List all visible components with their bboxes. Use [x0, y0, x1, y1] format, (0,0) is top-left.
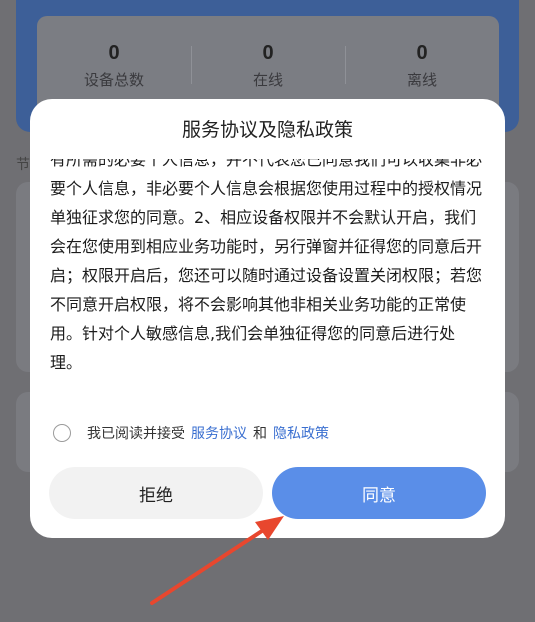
stat-offline-label: 离线 [406, 70, 437, 89]
agree-radio[interactable] [53, 424, 71, 442]
dialog-title: 服务协议及隐私政策 [181, 119, 353, 141]
dialog-body-text: 有所需的必要个人信息，并不代表您已同意我们可以收集非必要个人信息，非必要个人信息… [50, 159, 483, 372]
section-label: 节 [16, 157, 30, 173]
privacy-dialog: 服务协议及隐私政策 有所需的必要个人信息，并不代表您已同意我们可以收集非必要个人… [30, 99, 505, 538]
dialog-body-scroll[interactable]: 有所需的必要个人信息，并不代表您已同意我们可以收集非必要个人信息，非必要个人信息… [50, 159, 485, 399]
stat-offline: 0 离线 [345, 32, 499, 98]
stat-online-value: 0 [262, 41, 274, 64]
agree-prefix-text: 我已阅读并接受 [87, 426, 185, 442]
privacy-link[interactable]: 隐私政策 [273, 423, 329, 443]
stat-online-label: 在线 [252, 70, 283, 89]
stat-offline-value: 0 [416, 41, 428, 64]
stat-total-value: 0 [108, 41, 120, 64]
stat-online: 0 在线 [191, 32, 345, 98]
terms-link[interactable]: 服务协议 [191, 423, 247, 443]
stat-total-label: 设备总数 [83, 70, 144, 89]
decline-button[interactable]: 拒绝 [49, 467, 263, 519]
stat-total: 0 设备总数 [37, 32, 191, 98]
agree-row: 我已阅读并接受 服务协议 和 隐私政策 [53, 419, 335, 447]
and-text: 和 [253, 426, 267, 442]
agree-button[interactable]: 同意 [272, 467, 486, 519]
